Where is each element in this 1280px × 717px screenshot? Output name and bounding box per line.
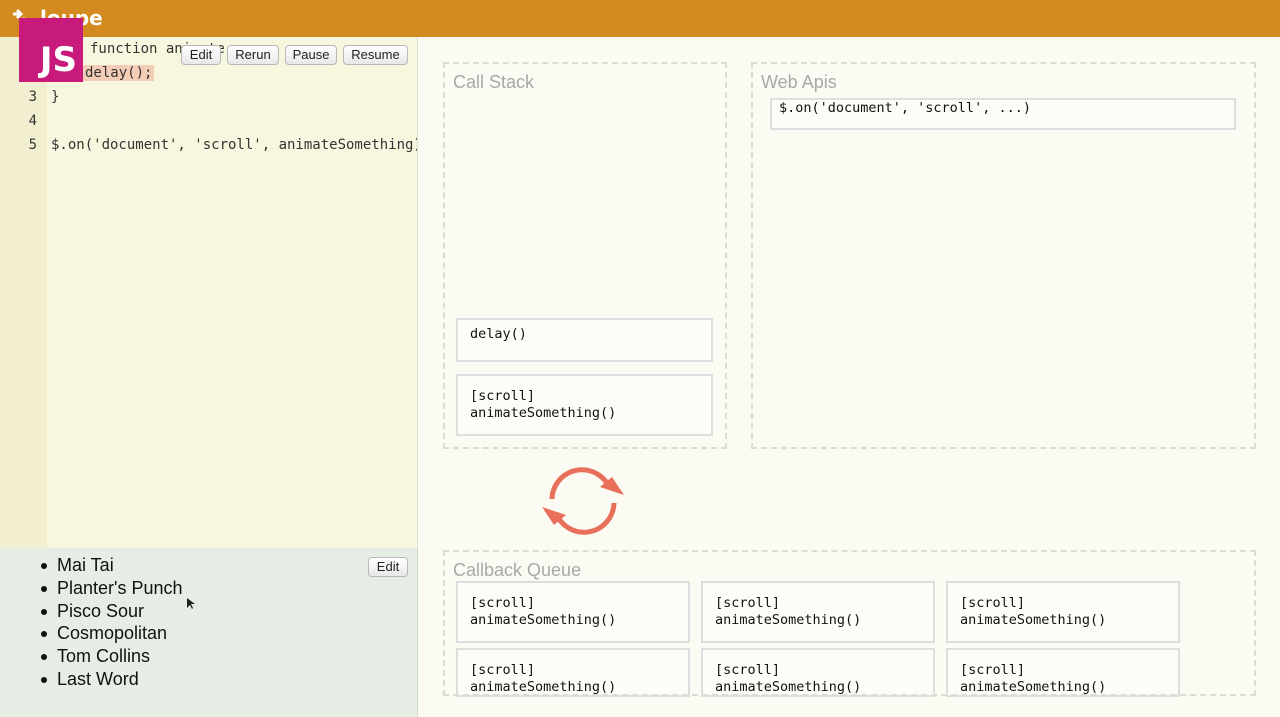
- pause-button[interactable]: Pause: [285, 45, 337, 65]
- rerun-button[interactable]: Rerun: [227, 45, 279, 65]
- queue-line: animateSomething(): [470, 612, 617, 628]
- web-apis-title: Web Apis: [761, 72, 837, 92]
- queue-line: [scroll]: [960, 662, 1026, 678]
- queue-item: [scroll] animateSomething(): [456, 581, 690, 643]
- code-text: $.on('document', 'scroll', animateSometh…: [51, 137, 418, 153]
- queue-line: animateSomething(): [960, 612, 1107, 628]
- resume-button[interactable]: Resume: [343, 45, 408, 65]
- queue-line: [scroll]: [470, 662, 536, 678]
- mouse-cursor-icon: [187, 598, 195, 609]
- line-number: 4: [28, 113, 37, 129]
- queue-item: [scroll] animateSomething(): [701, 581, 935, 643]
- queue-line: [scroll]: [715, 662, 781, 678]
- web-api-item: $.on('document', 'scroll', ...): [770, 98, 1236, 130]
- queue-line: [scroll]: [470, 595, 536, 611]
- queue-item: [scroll] animateSomething(): [701, 648, 935, 697]
- top-bar: loupe: [0, 0, 1280, 37]
- js-logo-badge: JS: [19, 18, 83, 82]
- queue-item: [scroll] animateSomething(): [946, 648, 1180, 697]
- call-stack-title: Call Stack: [453, 72, 535, 92]
- queue-line: [scroll]: [715, 595, 781, 611]
- frame-line: animateSomething(): [470, 405, 617, 421]
- highlighted-code: delay();: [83, 65, 155, 81]
- list-item: Planter's Punch: [41, 577, 183, 598]
- frame-text: delay(): [470, 325, 527, 342]
- callback-queue-title: Callback Queue: [453, 560, 582, 580]
- list-item: Last Word: [41, 668, 183, 691]
- frame-line: [scroll]: [470, 388, 536, 404]
- web-api-text: $.on('document', 'scroll', ...): [779, 99, 1031, 116]
- line-number: 3: [28, 89, 37, 105]
- queue-item: [scroll] animateSomething(): [456, 648, 690, 697]
- list-item: Tom Collins: [41, 645, 183, 668]
- list-item: Mai Tai: [41, 554, 183, 577]
- html-preview[interactable]: Mai Tai Planter's Punch Pisco Sour Cosmo…: [0, 548, 418, 717]
- edit-button[interactable]: Edit: [181, 45, 221, 65]
- list-item: Pisco Sour: [41, 600, 183, 623]
- line-number: 5: [28, 137, 37, 153]
- queue-line: animateSomething(): [715, 612, 862, 628]
- queue-item: [scroll] animateSomething(): [946, 581, 1180, 643]
- stack-frame: delay(): [456, 318, 713, 362]
- code-text: }: [51, 89, 60, 105]
- list-item: Cosmopolitan: [41, 622, 183, 645]
- stack-frame: [scroll] animateSomething(): [456, 374, 713, 436]
- preview-edit-button[interactable]: Edit: [368, 557, 408, 577]
- queue-bottom-border: [443, 694, 1256, 696]
- event-loop-icon: [542, 467, 624, 535]
- queue-line: [scroll]: [960, 595, 1026, 611]
- cocktail-list: Mai Tai Planter's Punch Pisco Sour Cosmo…: [41, 554, 183, 691]
- code-editor[interactable]: function animate delay(); 3 } 4 5 $.on('…: [0, 37, 418, 548]
